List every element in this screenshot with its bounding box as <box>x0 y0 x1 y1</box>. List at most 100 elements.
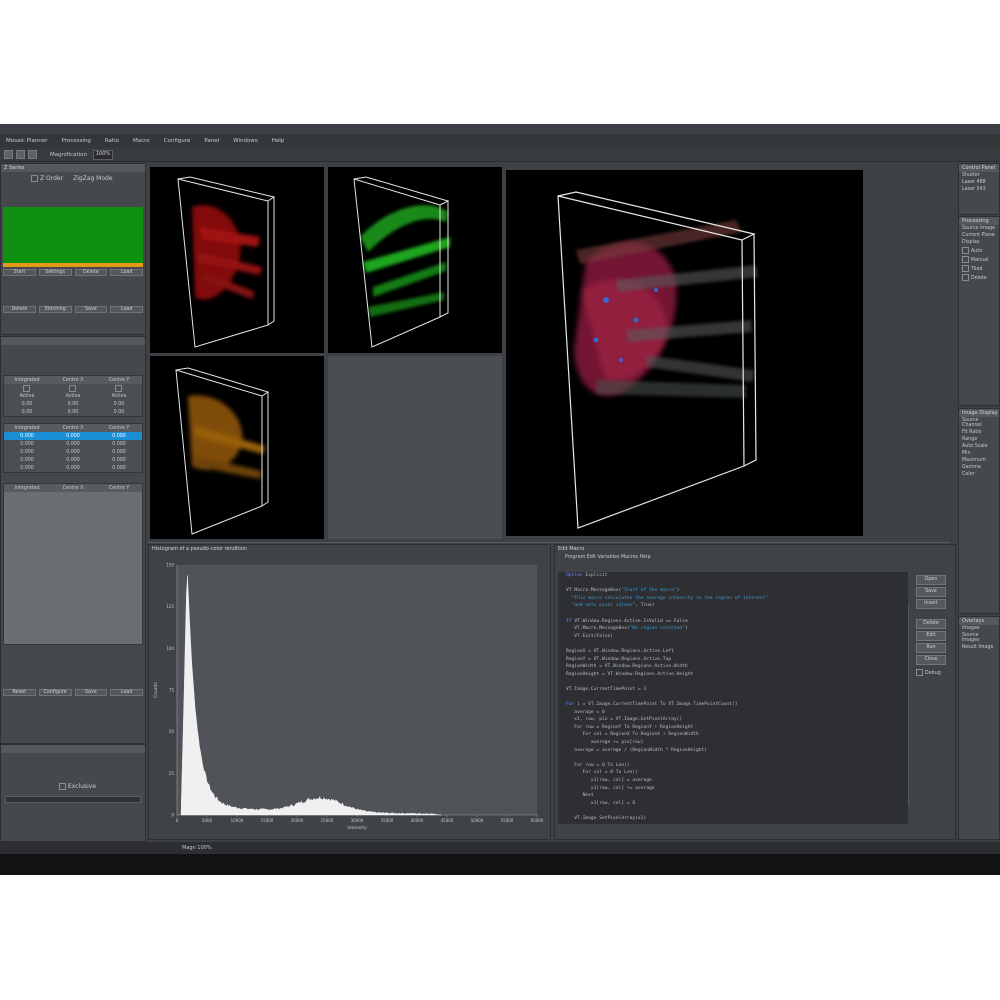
tiled-checkbox[interactable] <box>962 265 969 272</box>
load-table-button[interactable]: Load <box>110 689 143 696</box>
code-line[interactable]: VT.Image.CurrentTimePoint = 1 <box>558 686 908 694</box>
code-line[interactable] <box>558 754 908 762</box>
menu-ratio[interactable]: Ratio <box>105 138 119 144</box>
option-zigzag[interactable]: ZigZag Mode <box>73 175 112 182</box>
delete-macro-button[interactable]: Delete <box>916 619 946 629</box>
code-line[interactable]: x1, row, pix = VT.Image.GetPixelArray() <box>558 716 908 724</box>
stitching-button[interactable]: Stitching <box>38 306 72 313</box>
table3-header: Integrated Centre X Centre Y <box>4 484 142 492</box>
code-line[interactable]: If VT.Window.Regions.Active.IsValid == F… <box>558 618 908 626</box>
layout-grid-icon[interactable] <box>16 150 25 159</box>
code-line[interactable]: VT.Image.SetPixelArray(x1) <box>558 815 908 823</box>
table-row[interactable]: 0.000 0.000 0.000 <box>4 456 142 464</box>
manual-checkbox[interactable] <box>962 256 969 263</box>
code-line[interactable] <box>558 640 908 648</box>
configure-button[interactable]: Configure <box>38 689 72 696</box>
save-button[interactable]: Save <box>74 306 108 313</box>
code-line[interactable]: average = 0 <box>558 709 908 717</box>
code-line[interactable]: RegionWidth = VT.Window.Regions.Active.W… <box>558 663 908 671</box>
viewport-red[interactable] <box>150 167 324 353</box>
code-line[interactable]: VT.Macro.MessageBox("Start of the macro"… <box>558 587 908 595</box>
code-line[interactable] <box>558 678 908 686</box>
delete-checkbox[interactable] <box>962 274 969 281</box>
y-tick-label: 0 <box>171 813 174 818</box>
table-row[interactable] <box>4 384 142 392</box>
code-line[interactable]: For i = VT.Image.CurrentTimePoint To VT.… <box>558 701 908 709</box>
reset-button[interactable]: Reset <box>3 689 36 696</box>
table-row-selected[interactable]: 0.000 0.000 0.000 <box>4 432 142 440</box>
histogram-chart: 0 5000 10000 15000 20000 25000 30000 35000 40000… <box>153 563 544 832</box>
y-tick-label: 100 <box>166 646 174 651</box>
z-order-checkbox[interactable] <box>31 175 38 182</box>
close-button[interactable]: Close <box>916 655 946 665</box>
viewport-main[interactable] <box>506 170 863 536</box>
code-line[interactable]: x1[row, col] += average <box>558 785 908 793</box>
code-line[interactable] <box>558 610 908 618</box>
delete-footer-button[interactable]: Delete <box>3 306 36 313</box>
code-line[interactable]: VT.Exit(False) <box>558 633 908 641</box>
viewport-orange[interactable] <box>150 356 324 539</box>
auto-checkbox[interactable] <box>962 247 969 254</box>
code-line[interactable]: For row = RegionY To RegionY + RegionHei… <box>558 724 908 732</box>
z-series-panel: Z Series Z Order ZigZag Mode Start Setti… <box>0 163 146 335</box>
code-line[interactable]: RegionHeight = VT.Window.Regions.Active.… <box>558 671 908 679</box>
code-line[interactable]: x1[row, col] = 0 <box>558 800 908 808</box>
code-line[interactable]: For col = 0 To Len() <box>558 769 908 777</box>
run-button[interactable]: Run <box>916 643 946 653</box>
x-tick-label: 20000 <box>291 818 304 823</box>
code-line[interactable]: average = average / (RegionWidth * Regio… <box>558 747 908 755</box>
save-macro-button[interactable]: Save <box>916 587 946 597</box>
code-line[interactable]: For row = 0 To Len() <box>558 762 908 770</box>
insert-button[interactable]: Insert <box>916 599 946 609</box>
start-button[interactable]: Start <box>3 269 36 276</box>
viewport-green[interactable] <box>328 167 502 353</box>
macro-editor-menu[interactable]: Program Edit Variables Macros Help <box>555 553 955 562</box>
menu-help[interactable]: Help <box>272 138 285 144</box>
code-line[interactable]: RegionX = VT.Window.Regions.Active.Left <box>558 648 908 656</box>
menu-configure[interactable]: Configure <box>164 138 191 144</box>
menu-panel[interactable]: Panel <box>204 138 219 144</box>
layout-single-icon[interactable] <box>4 150 13 159</box>
macro-code-area[interactable]: Option Explicit VT.Macro.MessageBox("Star… <box>558 572 908 824</box>
delete-button[interactable]: Delete <box>74 269 108 276</box>
menu-windows[interactable]: Windows <box>233 138 258 144</box>
viewport-orange-render <box>175 367 270 535</box>
menu-macro[interactable]: Macro <box>133 138 150 144</box>
code-line[interactable]: x1[row, col] = average <box>558 777 908 785</box>
x-tick-label: 0 <box>176 818 179 823</box>
code-line[interactable]: Option Explicit <box>558 572 908 580</box>
laser-543-label: Laser 543 <box>962 187 986 192</box>
load-footer-button[interactable]: Load <box>110 306 143 313</box>
left-bottom-slider[interactable] <box>5 796 141 803</box>
edit-button[interactable]: Edit <box>916 631 946 641</box>
code-line[interactable]: "This macro calculates the average inten… <box>558 595 908 603</box>
table-row[interactable]: 0.000 0.000 0.000 <box>4 448 142 456</box>
settings-button[interactable]: Settings <box>38 269 72 276</box>
option-z-order[interactable]: Z Order <box>31 175 63 182</box>
code-line[interactable]: For col = RegionX To RegionX + RegionWid… <box>558 731 908 739</box>
open-button[interactable]: Open <box>916 575 946 585</box>
magnification-field[interactable]: 100% <box>93 149 114 160</box>
toolbar: Magnification 100% <box>0 148 1000 162</box>
x-tick-label: 15000 <box>261 818 274 823</box>
layout-split-icon[interactable] <box>28 150 37 159</box>
code-line[interactable]: average += pix[row] <box>558 739 908 747</box>
code-line[interactable] <box>558 580 908 588</box>
save-table-button[interactable]: Save <box>74 689 108 696</box>
code-line[interactable] <box>558 807 908 815</box>
exclusive-checkbox[interactable] <box>59 783 66 790</box>
menu-processing[interactable]: Processing <box>61 138 90 144</box>
code-line[interactable]: Next <box>558 792 908 800</box>
load-button[interactable]: Load <box>110 269 143 276</box>
z-series-fill <box>3 207 143 263</box>
table1-header: Integrated Centre X Centre Y <box>4 376 142 384</box>
code-line[interactable]: "and sets pixel values", True) <box>558 602 908 610</box>
debug-option[interactable]: Debug <box>913 667 949 678</box>
debug-checkbox[interactable] <box>916 669 923 676</box>
table-row[interactable]: 0.000 0.000 0.000 <box>4 464 142 472</box>
code-line[interactable]: VT.Macro.MessageBox("No region selected"… <box>558 625 908 633</box>
code-line[interactable]: RegionY = VT.Window.Regions.Active.Top <box>558 656 908 664</box>
table-row[interactable]: 0.000 0.000 0.000 <box>4 440 142 448</box>
menu-mosaic-planner[interactable]: Mosaic Planner <box>6 138 47 144</box>
code-line[interactable] <box>558 694 908 702</box>
